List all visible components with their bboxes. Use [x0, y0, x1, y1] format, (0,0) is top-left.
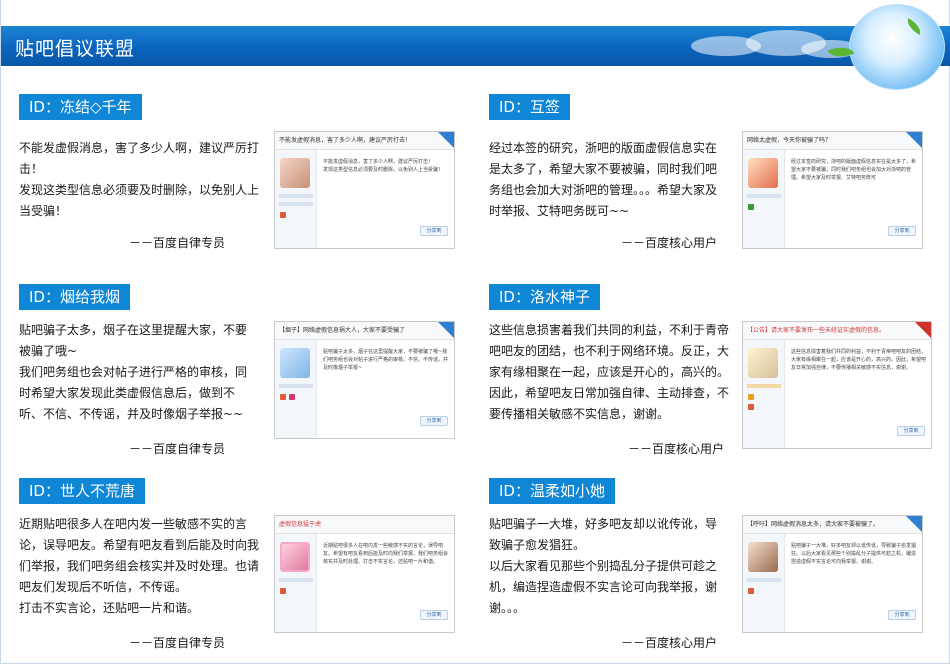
- medal-icon: [289, 394, 295, 400]
- share-button: 分享到: [897, 426, 925, 436]
- user-id-tag[interactable]: ID：烟给我烟: [19, 284, 130, 310]
- post-screenshot: 【公告】请大家不要发布一些未经证实虚假的信息。 这些信息损害着我们共同的利益，不…: [742, 321, 932, 449]
- corner-icon: [438, 322, 454, 338]
- badge-bar: [279, 202, 313, 206]
- thumb-text: 近期贴吧很多人在吧内发一些敏感不实的言论，误导吧友。希望有吧友看到后能及时向我们…: [323, 543, 449, 565]
- thumb-text: 贴吧骗子太多，烟子在这里提醒大家，不要被骗了哦~我们吧务组也会对帖子进行严格的审…: [323, 349, 449, 371]
- medal-icon: [280, 394, 286, 400]
- user-id-tag[interactable]: ID：互签: [489, 94, 570, 120]
- avatar: [280, 542, 310, 572]
- user-id-tag[interactable]: ID：冻结◇千年: [19, 94, 142, 120]
- medal-icon: [280, 588, 286, 594]
- thumb-title: 不能发虚假消息，害了多少人啊，建议严厉打击！: [275, 132, 454, 150]
- medal-icon: [748, 588, 754, 594]
- medal-icon: [748, 404, 754, 410]
- thumb-sidebar: [743, 150, 785, 248]
- avatar: [748, 348, 778, 378]
- badge-bar: [747, 194, 781, 198]
- user-id-tag[interactable]: ID：温柔如小她: [489, 478, 615, 504]
- card-3: ID：烟给我烟 贴吧骗子太多，烟子在这里提醒大家，不要被骗了哦~ 我们吧务组也会…: [19, 284, 459, 468]
- badge-bar: [279, 384, 313, 388]
- badge-bar: [279, 578, 313, 582]
- avatar: [280, 158, 310, 188]
- thumb-title: 【呼吁】网络虚假消息太多，请大家不要被骗了。: [743, 516, 922, 534]
- badge-bar: [279, 194, 313, 198]
- card-5: ID：世人不荒唐 近期贴吧很多人在吧内发一些敏感不实的言论，误导吧友。希望有吧友…: [19, 478, 459, 662]
- card-signature: －－百度自律专员: [129, 636, 226, 650]
- badge-bar: [747, 578, 781, 582]
- card-text: 近期贴吧很多人在吧内发一些敏感不实的言论，误导吧友。希望有吧友看到后能及时向我们…: [19, 517, 260, 615]
- page: 贴吧倡议联盟 ID：冻结◇千年 不能发虚假消息，害了多少人啊，建议严厉打击！ 发…: [0, 0, 950, 664]
- card-signature: －－百度核心用户: [628, 442, 725, 456]
- thumb-sidebar: [743, 340, 785, 448]
- card-6: ID：温柔如小她 贴吧骗子一大堆，好多吧友却以讹传讹，导致骗子愈发猖狂。 以后大…: [489, 478, 929, 662]
- card-text: 贴吧骗子太多，烟子在这里提醒大家，不要被骗了哦~ 我们吧务组也会对帖子进行严格的…: [19, 323, 248, 421]
- card-text: 经过本签的研究，浙吧的版面虚假信息实在是太多了，希望大家不要被骗，同时我们吧务组…: [489, 141, 718, 218]
- post-screenshot: 【呼吁】网络虚假消息太多，请大家不要被骗了。 贴吧骗子一大堆，好多吧友却以讹传讹…: [742, 515, 923, 633]
- medal-icon: [748, 204, 754, 210]
- share-button: 分享到: [420, 610, 448, 620]
- post-screenshot: 不能发虚假消息，害了多少人啊，建议严厉打击！ 不能发虚假消息，害了多少人啊，建议…: [274, 131, 455, 249]
- page-title: 贴吧倡议联盟: [15, 38, 136, 60]
- globe-logo: [849, 4, 945, 90]
- corner-icon: [915, 322, 931, 338]
- card-signature: －－百度核心用户: [621, 236, 718, 250]
- card-text: 这些信息损害着我们共同的利益，不利于青帝吧吧友的团结，也不利于网络环境。反正，大…: [489, 323, 730, 421]
- corner-icon: [906, 132, 922, 148]
- share-button: 分享到: [888, 226, 916, 236]
- user-id-tag[interactable]: ID：世人不荒唐: [19, 478, 145, 504]
- thumb-text: 贴吧骗子一大堆，好多吧友却以讹传讹，导致骗子愈发猖狂。以后大家看见那些个别捣乱分…: [791, 543, 917, 565]
- corner-icon: [906, 516, 922, 532]
- thumb-text: 经过本签的研究，浙吧的版面虚假信息实在是太多了，希望大家不要被骗，同时我们吧务组…: [791, 159, 917, 181]
- avatar: [748, 158, 778, 188]
- thumb-sidebar: [275, 534, 317, 632]
- medal-icon: [280, 212, 286, 218]
- card-signature: －－百度自律专员: [129, 442, 226, 456]
- post-screenshot: 【烟子】网络虚假信息祸大人，大家不要受骗了 贴吧骗子太多，烟子在这里提醒大家，不…: [274, 321, 455, 439]
- card-4: ID：洛水神子 这些信息损害着我们共同的利益，不利于青帝吧吧友的团结，也不利于网…: [489, 284, 932, 468]
- card-2: ID：互签 经过本签的研究，浙吧的版面虚假信息实在是太多了，希望大家不要被骗，同…: [489, 94, 929, 278]
- card-1: ID：冻结◇千年 不能发虚假消息，害了多少人啊，建议严厉打击！ 发现这类型信息必…: [19, 94, 459, 278]
- thumb-title: 网络太虚假，今天你被骗了吗？: [743, 132, 922, 150]
- thumb-title: 虚假信息猛于虎: [275, 516, 454, 534]
- card-signature: －－百度核心用户: [621, 636, 718, 650]
- post-screenshot: 虚假信息猛于虎 近期贴吧很多人在吧内发一些敏感不实的言论，误导吧友。希望有吧友看…: [274, 515, 455, 633]
- avatar: [280, 348, 310, 378]
- thumb-title: 【烟子】网络虚假信息祸大人，大家不要受骗了: [275, 322, 454, 340]
- card-text: 不能发虚假消息，害了多少人啊，建议严厉打击！ 发现这类型信息必须要及时删除，以免…: [19, 141, 260, 218]
- thumb-title: 【公告】请大家不要发布一些未经证实虚假的信息。: [743, 322, 931, 340]
- thumb-sidebar: [743, 534, 785, 632]
- user-id-tag[interactable]: ID：洛水神子: [489, 284, 600, 310]
- share-button: 分享到: [420, 226, 448, 236]
- thumb-text: 这些信息损害着我们共同的利益，不利于青帝吧吧友的团结，大家有缘相聚在一起，应该是…: [791, 349, 927, 371]
- share-button: 分享到: [420, 416, 448, 426]
- card-signature: －－百度自律专员: [129, 236, 226, 250]
- thumb-text: 不能发虚假消息，害了多少人啊，建议严厉打击！ 发现这类型信息必须要及时删除，以免…: [323, 159, 444, 173]
- card-text: 贴吧骗子一大堆，好多吧友却以讹传讹，导致骗子愈发猖狂。 以后大家看见那些个别捣乱…: [489, 517, 718, 615]
- header-banner: 贴吧倡议联盟: [1, 26, 950, 66]
- thumb-sidebar: [275, 150, 317, 248]
- avatar: [748, 542, 778, 572]
- badge-bar: [747, 384, 781, 388]
- thumb-sidebar: [275, 340, 317, 438]
- share-button: 分享到: [888, 610, 916, 620]
- medal-icon: [748, 394, 754, 400]
- post-screenshot: 网络太虚假，今天你被骗了吗？ 经过本签的研究，浙吧的版面虚假信息实在是太多了，希…: [742, 131, 923, 249]
- corner-icon: [438, 132, 454, 148]
